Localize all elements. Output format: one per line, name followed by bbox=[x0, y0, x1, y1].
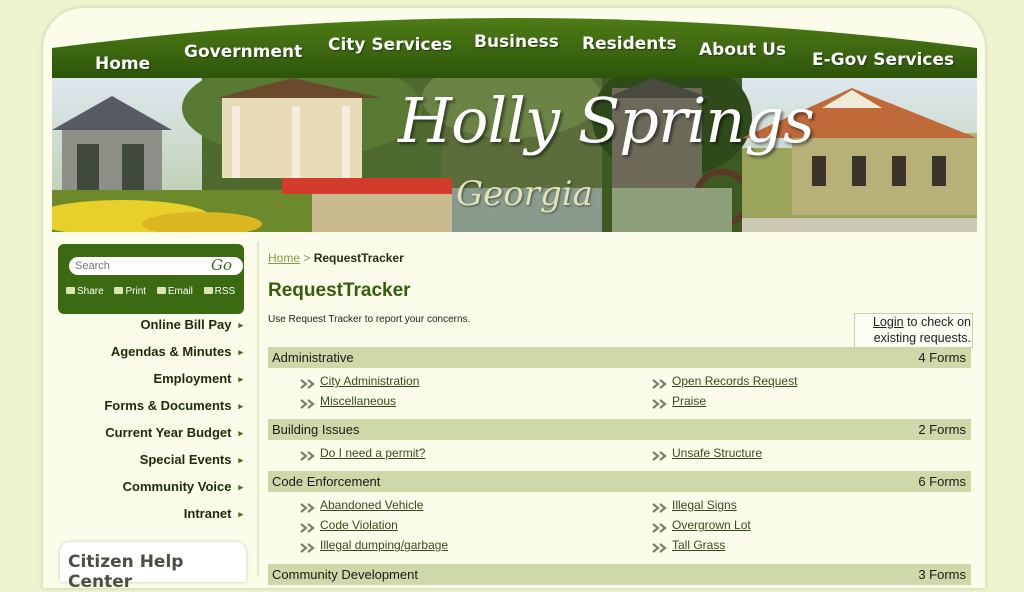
rss-icon bbox=[203, 287, 213, 294]
category-name: Code Enforcement bbox=[272, 474, 381, 489]
search-go-button[interactable]: Go bbox=[211, 256, 232, 274]
category-code-enforcement: Code Enforcement 6 Forms bbox=[268, 471, 971, 492]
logo-subtitle: Georgia bbox=[456, 174, 593, 214]
double-chevron-icon bbox=[300, 540, 316, 553]
double-chevron-icon bbox=[652, 540, 668, 553]
breadcrumb-home-link[interactable]: Home bbox=[268, 251, 300, 265]
form-link-unsafe-structure[interactable]: Unsafe Structure bbox=[672, 446, 762, 460]
nav-residents[interactable]: Residents bbox=[582, 34, 677, 54]
sidebar-item-label: Employment bbox=[153, 371, 232, 386]
nav-business[interactable]: Business bbox=[474, 32, 559, 52]
double-chevron-icon bbox=[300, 520, 316, 533]
double-chevron-icon bbox=[652, 520, 668, 533]
form-link-abandoned-vehicle[interactable]: Abandoned Vehicle bbox=[320, 498, 423, 512]
double-chevron-icon bbox=[300, 448, 316, 461]
share-link[interactable]: Share bbox=[66, 286, 104, 297]
category-name: Building Issues bbox=[272, 422, 360, 437]
arrow-right-icon: ▸ bbox=[238, 428, 243, 438]
login-text-2: existing requests. bbox=[873, 331, 971, 345]
arrow-right-icon: ▸ bbox=[238, 482, 243, 492]
breadcrumb: Home > RequestTracker bbox=[268, 251, 404, 265]
sidebar-item-intranet[interactable]: Intranet ▸ bbox=[184, 506, 243, 521]
breadcrumb-separator: > bbox=[303, 251, 311, 265]
sidebar-item-label: Agendas & Minutes bbox=[110, 344, 232, 359]
form-link-tall-grass[interactable]: Tall Grass bbox=[672, 538, 725, 552]
nav-home[interactable]: Home bbox=[95, 54, 150, 74]
login-box: Login to check on existing requests. bbox=[854, 313, 973, 348]
rss-link[interactable]: RSS bbox=[203, 286, 236, 297]
sidebar-item-label: Online Bill Pay bbox=[140, 317, 232, 332]
arrow-right-icon: ▸ bbox=[238, 347, 243, 357]
double-chevron-icon bbox=[652, 376, 668, 389]
search-panel: Go Share Print Email RSS bbox=[58, 244, 244, 314]
sidebar-item-label: Forms & Documents bbox=[104, 398, 232, 413]
category-administrative: Administrative 4 Forms bbox=[268, 347, 971, 368]
intro-text: Use Request Tracker to report your conce… bbox=[268, 314, 471, 325]
rss-label: RSS bbox=[214, 286, 236, 297]
email-label: Email bbox=[167, 286, 193, 297]
arrow-right-icon: ▸ bbox=[238, 374, 243, 384]
form-link-overgrown-lot[interactable]: Overgrown Lot bbox=[672, 518, 751, 532]
form-link-do-i-need-a-permit[interactable]: Do I need a permit? bbox=[320, 446, 425, 460]
nav-city-services[interactable]: City Services bbox=[328, 35, 452, 55]
form-link-miscellaneous[interactable]: Miscellaneous bbox=[320, 394, 396, 408]
share-icon bbox=[66, 287, 75, 294]
column-divider bbox=[257, 242, 259, 575]
print-icon bbox=[114, 287, 124, 294]
login-link[interactable]: Login bbox=[873, 315, 904, 329]
double-chevron-icon bbox=[300, 376, 316, 389]
double-chevron-icon bbox=[300, 396, 316, 409]
arrow-right-icon: ▸ bbox=[238, 509, 243, 519]
sidebar-item-label: Community Voice bbox=[122, 479, 232, 494]
share-tools: Share Print Email RSS bbox=[66, 286, 243, 297]
category-form-count: 2 Forms bbox=[918, 422, 966, 437]
arrow-right-icon: ▸ bbox=[238, 401, 243, 411]
double-chevron-icon bbox=[652, 500, 668, 513]
category-form-count: 4 Forms bbox=[918, 350, 966, 365]
form-link-illegal-signs[interactable]: Illegal Signs bbox=[672, 498, 737, 512]
form-link-code-violation[interactable]: Code Violation bbox=[320, 518, 398, 532]
breadcrumb-current: RequestTracker bbox=[313, 251, 404, 265]
citizen-help-center-title: Citizen Help Center bbox=[68, 552, 184, 592]
sidebar-item-label: Current Year Budget bbox=[105, 425, 232, 440]
nav-about-us[interactable]: About Us bbox=[699, 40, 786, 60]
email-link[interactable]: Email bbox=[156, 286, 193, 297]
category-name: Administrative bbox=[272, 350, 354, 365]
sidebar-item-community-voice[interactable]: Community Voice ▸ bbox=[123, 479, 243, 494]
category-building-issues: Building Issues 2 Forms bbox=[268, 419, 971, 440]
sidebar-item-employment[interactable]: Employment ▸ bbox=[153, 371, 243, 386]
form-link-open-records-request[interactable]: Open Records Request bbox=[672, 374, 797, 388]
citizen-help-center[interactable]: Citizen Help Center bbox=[60, 542, 246, 592]
form-link-city-administration[interactable]: City Administration bbox=[320, 374, 419, 388]
double-chevron-icon bbox=[652, 448, 668, 461]
print-link[interactable]: Print bbox=[114, 286, 146, 297]
sidebar-item-special-events[interactable]: Special Events ▸ bbox=[140, 452, 243, 467]
nav-e-gov-services[interactable]: E-Gov Services bbox=[812, 50, 954, 70]
sidebar-item-forms-documents[interactable]: Forms & Documents ▸ bbox=[104, 398, 243, 413]
double-chevron-icon bbox=[300, 500, 316, 513]
header-banner: Holly Springs Georgia bbox=[52, 78, 977, 232]
sidebar-item-agendas-minutes[interactable]: Agendas & Minutes ▸ bbox=[111, 344, 243, 359]
form-link-illegal-dumping-garbage[interactable]: Illegal dumping/garbage bbox=[320, 538, 448, 552]
left-sidebar: Go Share Print Email RSS Online Bill Pay… bbox=[52, 238, 257, 592]
share-label: Share bbox=[77, 286, 104, 297]
email-icon bbox=[156, 287, 166, 294]
sidebar-item-online-bill-pay[interactable]: Online Bill Pay ▸ bbox=[140, 317, 243, 332]
arrow-right-icon: ▸ bbox=[238, 455, 243, 465]
logo-title: Holly Springs bbox=[398, 84, 815, 157]
main-content: Home > RequestTracker RequestTracker Use… bbox=[268, 248, 973, 585]
sidebar-item-label: Intranet bbox=[183, 506, 232, 521]
form-link-praise[interactable]: Praise bbox=[672, 394, 706, 408]
double-chevron-icon bbox=[652, 396, 668, 409]
sidebar-item-current-year-budget[interactable]: Current Year Budget ▸ bbox=[105, 425, 243, 440]
print-label: Print bbox=[125, 286, 147, 297]
login-text: to check on bbox=[907, 315, 971, 329]
nav-government[interactable]: Government bbox=[184, 42, 302, 62]
sidebar-item-label: Special Events bbox=[139, 452, 232, 467]
page-title: RequestTracker bbox=[268, 280, 411, 301]
category-form-count: 6 Forms bbox=[918, 474, 966, 489]
arrow-right-icon: ▸ bbox=[238, 320, 243, 330]
